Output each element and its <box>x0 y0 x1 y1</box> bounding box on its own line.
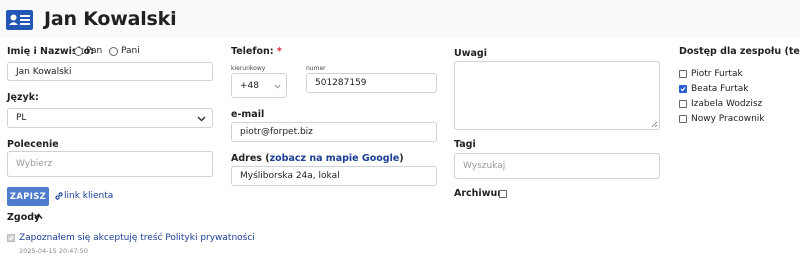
member-label: Beata Furtak <box>691 84 749 94</box>
phone-prefix-select[interactable]: +48 <box>231 73 287 98</box>
member-checkbox-izabela-wodzisz[interactable] <box>679 100 687 108</box>
chevron-down-icon <box>274 84 281 89</box>
member-checkbox-piotr-furtak[interactable] <box>679 70 687 78</box>
phone-number-label: numer <box>306 65 326 72</box>
chevron-up-icon[interactable] <box>34 213 43 220</box>
phone-label: Telefon: * <box>231 46 282 57</box>
tags-input[interactable]: Wyszukaj <box>454 153 660 179</box>
notes-label: Uwagi <box>454 48 487 59</box>
command-label: Polecenie <box>7 139 59 150</box>
phone-prefix-label: kierunkowy <box>231 65 266 72</box>
page-title: Jan Kowalski <box>44 8 177 30</box>
name-input[interactable]: Jan Kowalski <box>7 62 213 81</box>
member-checkbox-nowy-pracownik[interactable] <box>679 115 687 123</box>
phone-number-input[interactable]: 501287159 <box>306 73 437 93</box>
consent-label: Zapoznałem się akceptuję treść Polityki … <box>19 233 255 243</box>
google-maps-link[interactable]: zobacz na mapie Google <box>270 153 400 164</box>
email-input[interactable]: piotr@forpet.biz <box>231 122 437 142</box>
member-label: Nowy Pracownik <box>691 114 765 124</box>
resize-handle-icon[interactable] <box>651 121 658 128</box>
language-value: PL <box>16 113 27 123</box>
save-button[interactable]: ZAPISZ <box>7 187 49 206</box>
client-link[interactable]: link klienta <box>64 191 113 201</box>
member-label: Piotr Furtak <box>691 69 743 79</box>
chevron-down-icon <box>197 116 206 122</box>
radio-pan-label: Pan <box>86 46 103 56</box>
radio-pani[interactable] <box>109 47 118 56</box>
command-select[interactable]: Wybierz <box>7 151 213 177</box>
member-checkbox-beata-furtak[interactable] <box>679 85 687 93</box>
address-input[interactable]: Myśliborska 24a, lokal <box>231 166 437 186</box>
archive-checkbox[interactable] <box>499 190 507 198</box>
language-select[interactable]: PL <box>7 108 213 128</box>
member-label: Izabela Wodzisz <box>691 99 763 109</box>
address-label: Adres (zobacz na mapie Google) <box>231 153 404 164</box>
notes-textarea[interactable] <box>454 61 660 130</box>
language-label: Język: <box>7 92 39 103</box>
checkmark-icon <box>680 87 686 92</box>
link-icon <box>55 192 63 200</box>
phone-prefix-value: +48 <box>240 80 259 91</box>
checkmark-icon <box>8 236 14 241</box>
required-mark: * <box>276 46 282 57</box>
consent-checkbox[interactable] <box>7 234 15 242</box>
email-label: e-mail <box>231 109 265 120</box>
radio-pan[interactable] <box>74 47 83 56</box>
id-card-icon <box>6 10 33 30</box>
tags-label: Tagi <box>454 139 476 150</box>
radio-pani-label: Pani <box>121 46 140 56</box>
team-access-label: Dostęp dla zespołu (test) <box>679 46 800 57</box>
consent-timestamp: 2025-04-15 20:47:50 <box>19 247 89 255</box>
page-header: Jan Kowalski <box>0 0 800 38</box>
